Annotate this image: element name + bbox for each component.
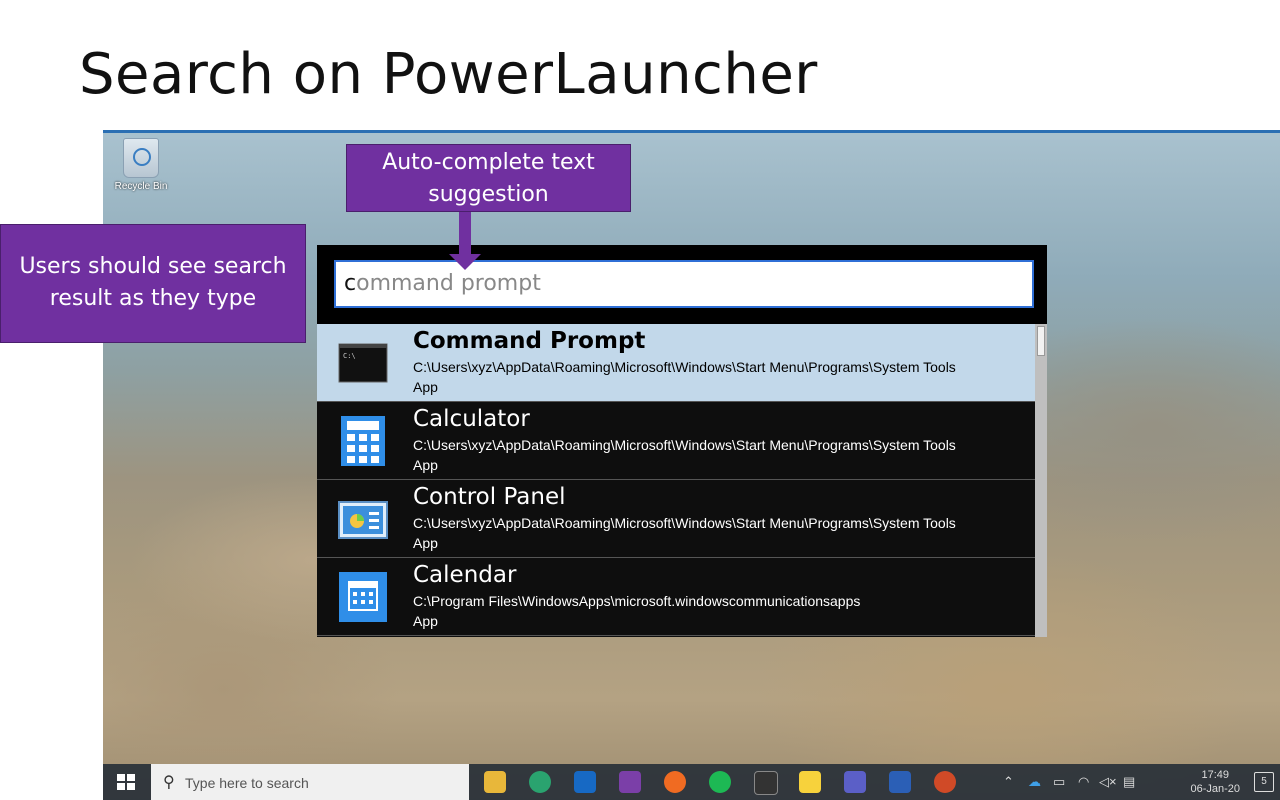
callout-line: Auto-complete text <box>382 150 595 175</box>
result-kind: App <box>413 535 438 551</box>
callout-line: suggestion <box>428 182 549 207</box>
recycle-bin-label: Recycle Bin <box>114 181 168 192</box>
volume-icon[interactable]: ◁× <box>1099 774 1117 790</box>
calendar-icon <box>337 572 389 622</box>
sticky-notes-icon[interactable] <box>799 771 821 793</box>
control-panel-icon <box>337 494 389 544</box>
windows-start-icon[interactable] <box>117 774 135 790</box>
svg-text:C:\: C:\ <box>343 352 356 360</box>
result-item-calendar[interactable]: Calendar C:\Program Files\WindowsApps\mi… <box>317 558 1035 636</box>
recycle-bin-icon <box>123 138 159 178</box>
results-scrollbar[interactable] <box>1035 324 1047 637</box>
clock-date: 06-Jan-20 <box>1190 783 1240 795</box>
keyboard-icon[interactable]: ▤ <box>1123 774 1135 790</box>
callout-arrow <box>459 212 471 256</box>
callout-line: Users should see search <box>19 254 287 279</box>
terminal-icon: C:\ <box>337 338 389 388</box>
window-edge <box>103 130 1280 133</box>
chevron-up-icon[interactable]: ⌃ <box>1003 774 1014 790</box>
cloud-icon[interactable]: ☁ <box>1028 774 1041 790</box>
result-kind: App <box>413 613 438 629</box>
taskbar-clock[interactable]: 17:49 06-Jan-20 <box>1190 768 1240 796</box>
teams-icon[interactable] <box>844 771 866 793</box>
search-icon: ⚲ <box>163 774 175 791</box>
search-input[interactable]: command prompt <box>334 260 1034 308</box>
scroll-thumb[interactable] <box>1037 326 1045 356</box>
recycle-bin[interactable]: Recycle Bin <box>111 138 171 192</box>
result-path: C:\Users\xyz\AppData\Roaming\Microsoft\W… <box>413 515 956 531</box>
taskbar-search-placeholder: Type here to search <box>185 775 309 791</box>
word-icon[interactable] <box>889 771 911 793</box>
result-name: Control Panel <box>413 484 566 510</box>
outlook-icon[interactable] <box>574 771 596 793</box>
slide-title: Search on PowerLauncher <box>79 42 818 107</box>
result-item-command-prompt[interactable]: C:\ Command Prompt C:\Users\xyz\AppData\… <box>317 324 1035 402</box>
powerpoint-icon[interactable] <box>934 771 956 793</box>
clock-time: 17:49 <box>1201 769 1229 781</box>
result-name: Calendar <box>413 562 517 588</box>
typed-text: c <box>344 271 357 296</box>
result-path: C:\Users\xyz\AppData\Roaming\Microsoft\W… <box>413 437 956 453</box>
taskbar-search-box[interactable]: ⚲ Type here to search <box>151 764 469 800</box>
result-kind: App <box>413 379 438 395</box>
callout-arrow-head <box>449 254 481 270</box>
firefox-icon[interactable] <box>664 771 686 793</box>
result-path: C:\Program Files\WindowsApps\microsoft.w… <box>413 593 861 609</box>
result-item-control-panel[interactable]: Control Panel C:\Users\xyz\AppData\Roami… <box>317 480 1035 558</box>
result-name: Calculator <box>413 406 530 432</box>
callout-line: result as they type <box>49 286 257 311</box>
notification-count: 5 <box>1261 776 1267 787</box>
autocomplete-suggestion: ommand prompt <box>356 271 541 296</box>
result-name: Command Prompt <box>413 328 646 354</box>
spotify-icon[interactable] <box>709 771 731 793</box>
terminal-icon[interactable] <box>754 771 778 795</box>
callout-search-as-you-type: Users should see search result as they t… <box>0 224 306 343</box>
notification-icon[interactable]: 5 <box>1254 772 1274 792</box>
results-list: C:\ Command Prompt C:\Users\xyz\AppData\… <box>317 324 1047 637</box>
calculator-icon <box>337 416 389 466</box>
result-item-calculator[interactable]: Calculator C:\Users\xyz\AppData\Roaming\… <box>317 402 1035 480</box>
result-kind: App <box>413 457 438 473</box>
callout-autocomplete: Auto-complete text suggestion <box>346 144 631 212</box>
edge-icon[interactable] <box>529 771 551 793</box>
battery-icon[interactable]: ▭ <box>1053 774 1065 790</box>
result-path: C:\Users\xyz\AppData\Roaming\Microsoft\W… <box>413 359 956 375</box>
taskbar: ⚲ Type here to search ⌃ ☁ ▭ ◠ ◁× ▤ 17:49… <box>103 764 1280 800</box>
wifi-icon[interactable]: ◠ <box>1078 774 1089 790</box>
file-explorer-icon[interactable] <box>484 771 506 793</box>
onenote-icon[interactable] <box>619 771 641 793</box>
